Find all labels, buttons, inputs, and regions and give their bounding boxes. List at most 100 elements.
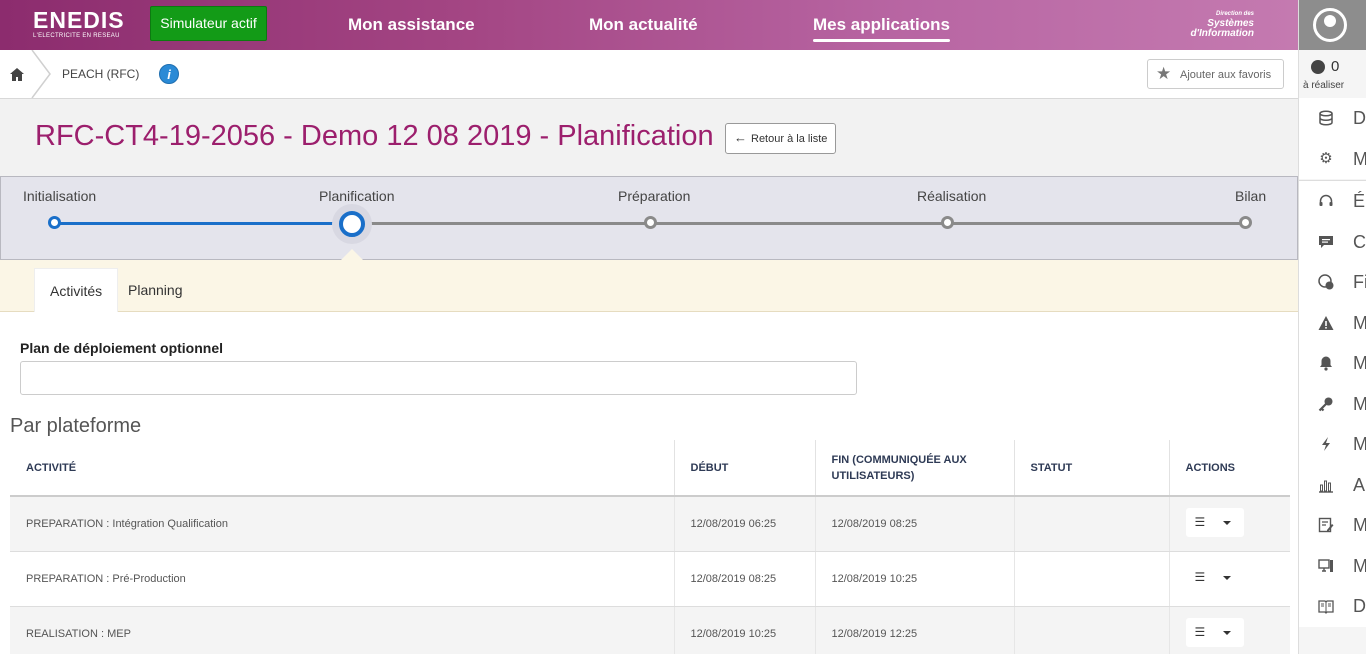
progress-done-track bbox=[55, 222, 353, 225]
sidebar-item[interactable]: Aı bbox=[1299, 465, 1366, 506]
sidebar-item[interactable]: D bbox=[1299, 586, 1366, 627]
add-favorite-label: Ajouter aux favoris bbox=[1180, 69, 1272, 81]
table-row: PREPARATION : Pré-Production 12/08/2019 … bbox=[10, 551, 1290, 607]
sidebar-item[interactable]: Fi bbox=[1299, 262, 1366, 303]
sidebar-item[interactable]: M bbox=[1299, 505, 1366, 546]
back-to-list-button[interactable]: ← Retour à la liste bbox=[725, 123, 836, 154]
cell-activite: REALISATION : MEP bbox=[10, 606, 674, 654]
cell-statut bbox=[1013, 606, 1169, 654]
step-initialisation[interactable]: Initialisation bbox=[23, 188, 96, 204]
database-icon bbox=[1318, 110, 1334, 126]
right-sidebar: 0 à réaliser D ⚙ M É C F M M M M A M M D bbox=[1298, 0, 1366, 654]
cell-statut bbox=[1013, 496, 1169, 552]
breadcrumb-item[interactable]: PEACH (RFC) bbox=[62, 67, 139, 81]
home-icon[interactable] bbox=[10, 68, 24, 84]
key-icon bbox=[1318, 396, 1334, 412]
logo-subtitle: L'ELECTRICITE EN RESEAU bbox=[33, 33, 120, 39]
todo-counter[interactable]: 0 à réaliser bbox=[1299, 50, 1366, 98]
deployment-plan-label: Plan de déploiement optionnel bbox=[20, 340, 224, 356]
nav-mon-assistance[interactable]: Mon assistance bbox=[348, 15, 475, 35]
sidebar-item[interactable]: M bbox=[1299, 384, 1366, 425]
table-row: PREPARATION : Intégration Qualification … bbox=[10, 496, 1290, 552]
cell-debut: 12/08/2019 10:25 bbox=[673, 606, 815, 654]
info-icon[interactable]: i bbox=[159, 64, 179, 84]
sidebar-item[interactable]: É bbox=[1299, 181, 1366, 222]
col-debut: Début bbox=[673, 440, 815, 497]
row-actions-button[interactable]: ☰ bbox=[1185, 617, 1244, 647]
headset-icon bbox=[1318, 193, 1334, 209]
back-to-list-label: Retour à la liste bbox=[751, 133, 828, 145]
tab-bar: Activités Planning bbox=[0, 260, 1298, 312]
sidebar-item[interactable]: M bbox=[1299, 303, 1366, 344]
page-title: RFC-CT4-19-2056 - Demo 12 08 2019 - Plan… bbox=[35, 120, 714, 152]
chevron-down-icon bbox=[1222, 520, 1231, 525]
activities-table: Activité Début Fin (communiquée aux util… bbox=[10, 440, 1290, 654]
nav-mon-actualite[interactable]: Mon actualité bbox=[589, 15, 698, 35]
chat-icon bbox=[1318, 234, 1334, 250]
sidebar-item[interactable]: M bbox=[1299, 424, 1366, 465]
step-dot-bilan[interactable] bbox=[1239, 216, 1252, 229]
top-bar: ENEDIS L'ELECTRICITE EN RESEAU Simulateu… bbox=[0, 0, 1298, 50]
bar-chart-icon bbox=[1318, 477, 1334, 493]
cell-fin: 12/08/2019 10:25 bbox=[814, 551, 1014, 607]
current-step-pointer bbox=[341, 249, 363, 260]
table-row: REALISATION : MEP 12/08/2019 10:25 12/08… bbox=[10, 606, 1290, 654]
tab-planning[interactable]: Planning bbox=[113, 268, 198, 312]
col-actions: Actions bbox=[1168, 440, 1290, 497]
cell-actions: ☰ bbox=[1168, 496, 1290, 552]
breadcrumb: PEACH (RFC) i ★ Ajouter aux favoris bbox=[0, 50, 1298, 99]
logo-text: ENEDIS bbox=[33, 7, 125, 33]
cell-debut: 12/08/2019 06:25 bbox=[673, 496, 815, 552]
enedis-logo[interactable]: ENEDIS L'ELECTRICITE EN RESEAU bbox=[33, 7, 125, 40]
tab-activites[interactable]: Activités bbox=[34, 268, 119, 312]
step-dot-planification-current[interactable] bbox=[339, 211, 365, 237]
sidebar-item[interactable]: C bbox=[1299, 222, 1366, 263]
row-actions-button[interactable]: ☰ bbox=[1185, 507, 1244, 537]
todo-count: 0 bbox=[1331, 58, 1340, 75]
row-actions-button[interactable]: ☰ bbox=[1185, 562, 1244, 592]
clock-icon bbox=[1311, 60, 1325, 74]
step-planification[interactable]: Planification bbox=[319, 188, 395, 204]
star-icon: ★ bbox=[1156, 64, 1172, 83]
sidebar-item[interactable]: M bbox=[1299, 546, 1366, 587]
sidebar-item[interactable]: M bbox=[1299, 343, 1366, 384]
col-activite: Activité bbox=[10, 440, 674, 497]
step-dot-realisation[interactable] bbox=[941, 216, 954, 229]
chevron-down-icon bbox=[1222, 575, 1231, 580]
workstation-icon bbox=[1318, 558, 1334, 574]
workflow-stepper: Initialisation Planification Préparation… bbox=[0, 176, 1298, 260]
breadcrumb-separator bbox=[31, 50, 51, 98]
step-realisation[interactable]: Réalisation bbox=[917, 188, 986, 204]
section-title: Par plateforme bbox=[10, 415, 142, 437]
dsi-logo: Direction des Systèmes d'Information bbox=[1190, 11, 1254, 39]
step-bilan[interactable]: Bilan bbox=[1235, 188, 1266, 204]
cell-debut: 12/08/2019 08:25 bbox=[673, 551, 815, 607]
simulator-button[interactable]: Simulateur actif bbox=[150, 6, 267, 41]
sidebar-item[interactable]: D bbox=[1299, 98, 1366, 139]
progress-todo-track bbox=[353, 222, 1245, 225]
cell-actions: ☰ bbox=[1168, 606, 1290, 654]
list-icon: ☰ bbox=[1194, 569, 1206, 584]
cell-actions: ☰ bbox=[1168, 551, 1290, 607]
cell-activite: PREPARATION : Pré-Production bbox=[10, 551, 674, 607]
sidebar-group-2: É C Fi M M bbox=[1299, 180, 1366, 627]
sidebar-group-1: D ⚙ M bbox=[1299, 98, 1366, 179]
col-statut: Statut bbox=[1013, 440, 1169, 497]
user-menu[interactable] bbox=[1299, 0, 1366, 50]
step-dot-preparation[interactable] bbox=[644, 216, 657, 229]
bell-icon bbox=[1318, 355, 1334, 371]
edit-doc-icon bbox=[1318, 517, 1334, 533]
add-favorite-button[interactable]: ★ Ajouter aux favoris bbox=[1147, 59, 1284, 89]
arrow-left-icon: ← bbox=[734, 130, 747, 145]
support-24-icon bbox=[1318, 274, 1334, 290]
gear-icon: ⚙ bbox=[1319, 149, 1333, 167]
deployment-plan-input[interactable] bbox=[20, 361, 857, 395]
table-header-row: Activité Début Fin (communiquée aux util… bbox=[10, 440, 1290, 497]
nav-mes-applications[interactable]: Mes applications bbox=[813, 15, 950, 42]
step-dot-initialisation[interactable] bbox=[48, 216, 61, 229]
sidebar-item[interactable]: ⚙ M bbox=[1299, 139, 1366, 180]
avatar-icon bbox=[1313, 8, 1347, 42]
step-preparation[interactable]: Préparation bbox=[618, 188, 690, 204]
todo-label: à réaliser bbox=[1303, 80, 1345, 91]
list-icon: ☰ bbox=[1194, 514, 1206, 529]
